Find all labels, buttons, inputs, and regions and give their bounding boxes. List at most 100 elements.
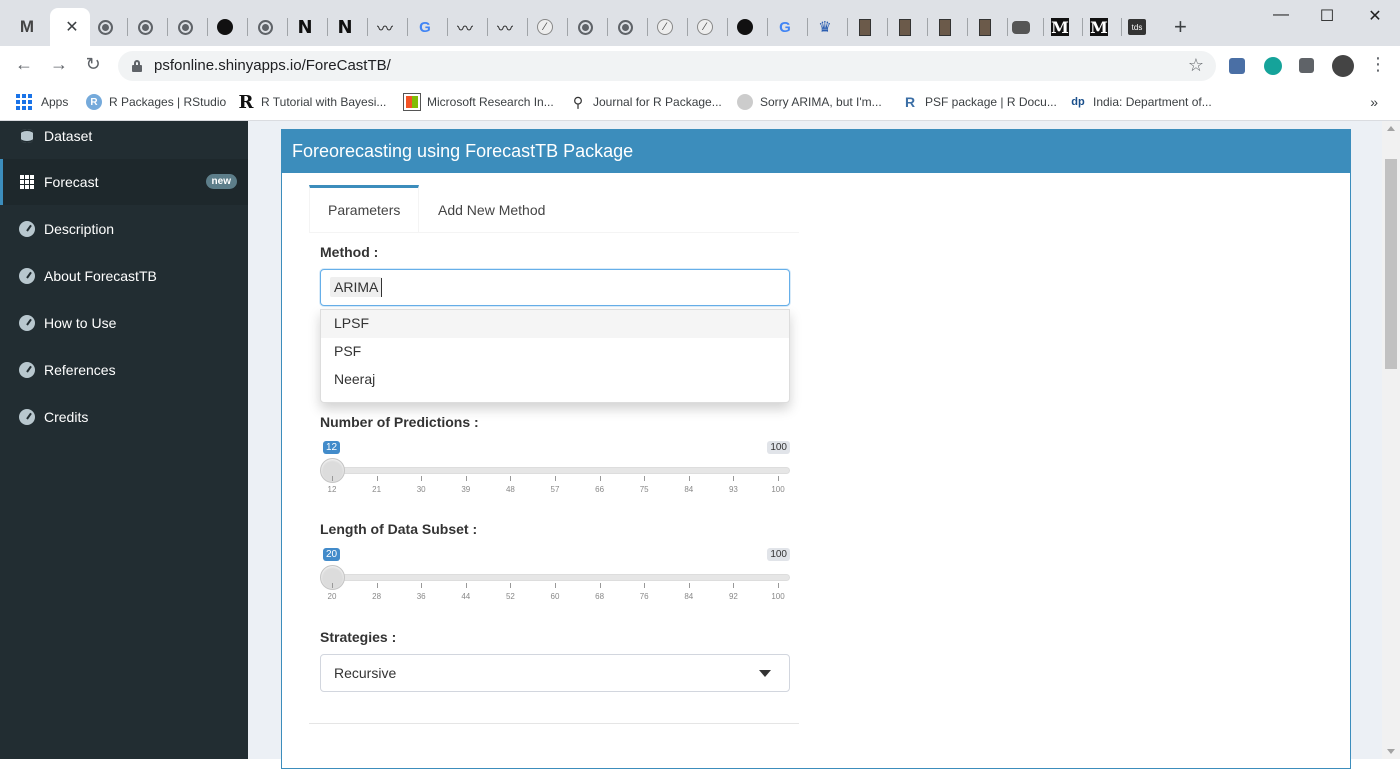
tab-separator — [567, 18, 568, 36]
book-icon — [859, 18, 871, 36]
tab-separator — [887, 18, 888, 36]
browser-tab[interactable]: ♛ — [810, 12, 840, 42]
method-select-input[interactable]: ARIMA — [320, 269, 790, 306]
extension-cap-icon[interactable] — [1229, 58, 1245, 74]
browser-tab-gmail[interactable]: M — [12, 12, 42, 42]
maximize-button[interactable]: ☐ — [1304, 6, 1350, 26]
slider-tick-label: 48 — [505, 485, 515, 494]
browser-tab[interactable] — [130, 12, 160, 42]
browser-tab[interactable] — [90, 12, 120, 42]
sidebar-item-references[interactable]: References — [0, 347, 248, 393]
browser-tab[interactable]: ⁄ — [690, 12, 720, 42]
sidebar-item-about[interactable]: About ForecastTB — [0, 253, 248, 299]
browser-tab[interactable]: M — [1084, 12, 1114, 42]
close-window-button[interactable]: ✕ — [1352, 6, 1398, 26]
browser-tab[interactable]: N — [330, 12, 360, 42]
browser-tab[interactable] — [250, 12, 280, 42]
browser-tab[interactable]: tds — [1122, 12, 1152, 42]
journal-icon: ⚲ — [572, 93, 584, 110]
squiggle-icon: 〰 — [376, 21, 393, 38]
bookmark-item[interactable]: ⚲ Journal for R Package... — [570, 94, 722, 110]
slider-tick — [644, 476, 646, 481]
browser-tab[interactable]: M — [1045, 12, 1075, 42]
slider-tick — [332, 583, 333, 588]
browser-tab[interactable] — [730, 12, 760, 42]
slider-tick-label: 84 — [684, 485, 694, 494]
slider-tick — [778, 476, 779, 481]
slider-tick — [733, 583, 735, 588]
browser-tab-active[interactable]: ✕ — [50, 8, 90, 46]
slider-tick — [332, 476, 333, 481]
slider-track[interactable] — [323, 467, 790, 474]
browser-tab[interactable]: N — [290, 12, 320, 42]
minimize-button[interactable]: — — [1258, 6, 1304, 24]
bookmark-item[interactable]: R R Packages | RStudio — [86, 94, 226, 110]
slider-tick-label: 12 — [327, 485, 337, 494]
dashboard-icon — [19, 268, 35, 284]
slider-tick-label: 75 — [639, 485, 649, 494]
slider-tick-label: 30 — [416, 485, 426, 494]
browser-tab[interactable] — [210, 12, 240, 42]
browser-tab[interactable] — [610, 12, 640, 42]
browser-tab[interactable] — [1006, 12, 1036, 42]
browser-tab[interactable] — [930, 12, 960, 42]
bookmarks-overflow-button[interactable]: » — [1370, 94, 1378, 110]
scrollbar-thumb[interactable] — [1385, 159, 1397, 369]
browser-tab[interactable] — [890, 12, 920, 42]
browser-tab[interactable]: G — [410, 12, 440, 42]
bookmark-item[interactable]: R R Tutorial with Bayesi... — [238, 92, 387, 113]
profile-avatar[interactable] — [1332, 55, 1354, 77]
sidebar-item-credits[interactable]: Credits — [0, 394, 248, 440]
method-option[interactable]: PSF — [321, 338, 789, 366]
browser-tab[interactable]: G — [770, 12, 800, 42]
bookmark-item[interactable]: Sorry ARIMA, but I'm... — [737, 94, 882, 110]
close-tab-icon[interactable]: ✕ — [65, 17, 78, 37]
scroll-up-arrow[interactable] — [1387, 126, 1395, 131]
page-scrollbar[interactable] — [1382, 121, 1400, 759]
method-option[interactable]: LPSF — [321, 310, 789, 338]
gmail-icon: M — [19, 17, 35, 36]
tab-add-new-method[interactable]: Add New Method — [420, 185, 563, 233]
reload-button[interactable]: ↻ — [81, 54, 105, 75]
method-option[interactable]: Neeraj — [321, 366, 789, 394]
grammarly-icon[interactable] — [1264, 57, 1282, 75]
browser-tab[interactable] — [970, 12, 1000, 42]
forward-button[interactable]: → — [47, 54, 71, 75]
sidebar-item-forecast[interactable]: Forecast new — [0, 159, 248, 205]
browser-tab[interactable]: ⁄ — [530, 12, 560, 42]
browser-menu-icon[interactable]: ⋮ — [1366, 54, 1390, 75]
address-bar[interactable]: psfonline.shinyapps.io/ForeCastTB/ ☆ — [118, 51, 1216, 81]
sidebar-item-dataset[interactable]: Dataset — [0, 113, 248, 159]
browser-tab[interactable]: 〰 — [450, 12, 480, 42]
notion-icon: N — [337, 16, 353, 38]
slider-track[interactable] — [323, 574, 790, 581]
strategies-select[interactable]: Recursive — [320, 654, 790, 692]
bookmark-apps[interactable]: Apps — [16, 94, 68, 110]
predictions-slider[interactable]: 12 100 12 21 30 39 48 57 66 75 84 93 100 — [320, 441, 790, 505]
sidebar-item-how-to-use[interactable]: How to Use — [0, 300, 248, 346]
browser-tab[interactable]: ⁄ — [650, 12, 680, 42]
browser-tab[interactable] — [570, 12, 600, 42]
bookmark-item[interactable]: R PSF package | R Docu... — [902, 94, 1057, 110]
forecast-box: Foreorecasting using ForecastTB Package … — [281, 129, 1351, 769]
bookmark-star-icon[interactable]: ☆ — [1188, 55, 1204, 76]
bookmark-item[interactable]: dp India: Department of... — [1070, 94, 1211, 110]
bookmark-item[interactable]: Microsoft Research In... — [403, 93, 554, 111]
text-cursor — [381, 278, 382, 297]
sidebar-item-description[interactable]: Description — [0, 206, 248, 252]
medium-icon — [737, 94, 753, 110]
tab-parameters[interactable]: Parameters — [309, 185, 420, 233]
browser-tab[interactable] — [170, 12, 200, 42]
browser-tab[interactable]: 〰 — [370, 12, 400, 42]
subset-slider[interactable]: 20 100 20 28 36 44 52 60 68 76 84 92 100 — [320, 548, 790, 612]
browser-tab[interactable] — [850, 12, 880, 42]
scroll-down-arrow[interactable] — [1387, 749, 1395, 754]
lock-icon[interactable] — [132, 60, 142, 72]
extensions-puzzle-icon[interactable] — [1299, 58, 1314, 73]
new-tab-button[interactable]: + — [1174, 14, 1187, 40]
slider-tick — [421, 476, 423, 481]
browser-tab[interactable]: 〰 — [490, 12, 520, 42]
url-text[interactable]: psfonline.shinyapps.io/ForeCastTB/ — [154, 57, 391, 74]
back-button[interactable]: ← — [12, 54, 36, 75]
selected-method-chip[interactable]: ARIMA — [330, 277, 383, 297]
